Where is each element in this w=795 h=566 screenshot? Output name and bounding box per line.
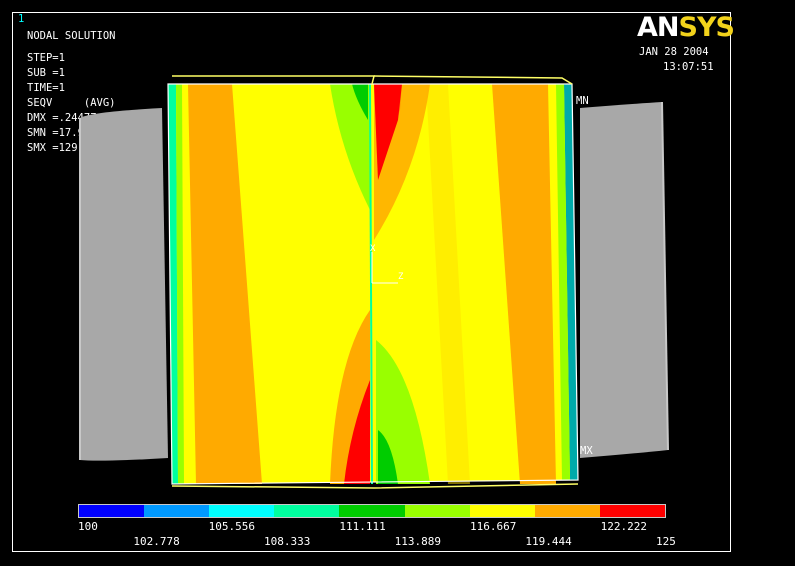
legend-label-top: 105.556	[208, 520, 256, 533]
left-gray-fitting	[80, 108, 168, 461]
legend-swatch	[534, 505, 600, 517]
min-marker: MN	[576, 95, 589, 107]
legend-label-bottom: 113.889	[394, 535, 442, 548]
max-marker: MX	[580, 445, 593, 457]
legend-label-top: 100	[78, 520, 98, 533]
legend-swatch	[404, 505, 470, 517]
legend-label-bottom: 108.333	[264, 535, 311, 548]
contour-plot-viewport[interactable]	[0, 0, 795, 566]
legend-swatch	[274, 505, 340, 517]
legend-swatch	[79, 505, 145, 517]
legend-swatch	[469, 505, 535, 517]
legend-label-bottom: 125	[656, 535, 676, 548]
legend-swatch	[144, 505, 210, 517]
legend-label-bottom: 119.444	[525, 535, 572, 548]
legend-label-top: 116.667	[470, 520, 517, 533]
legend-label-top: 122.222	[600, 520, 648, 533]
legend-swatch	[209, 505, 275, 517]
right-gray-fitting	[580, 102, 668, 458]
contour-legend	[78, 504, 666, 518]
legend-swatch	[339, 505, 405, 517]
legend-label-top: 111.111	[339, 520, 386, 533]
axis-z-label: Z	[398, 272, 404, 282]
legend-swatch	[599, 505, 665, 517]
axis-x-label: X	[370, 244, 376, 254]
legend-label-bottom: 102.778	[133, 535, 180, 548]
